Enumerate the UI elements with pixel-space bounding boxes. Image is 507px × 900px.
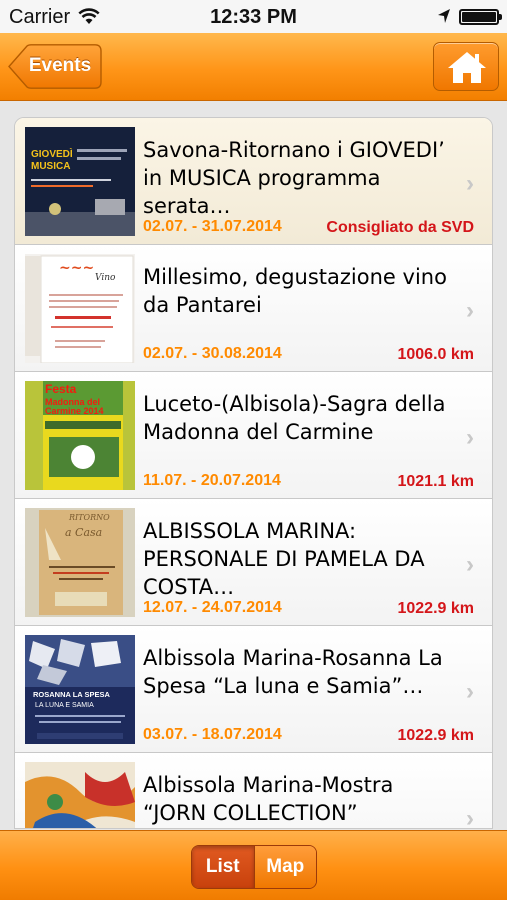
event-thumbnail: Festa Madonna del Carmine 2014 xyxy=(25,381,135,490)
thumbnail-text: MUSICA xyxy=(31,161,70,172)
event-row[interactable]: Albissola Marina-Mostra “JORN COLLECTION… xyxy=(15,753,492,829)
event-row[interactable]: GIOVEDÌ MUSICA Savona-Ritornano i GIOVED… xyxy=(15,118,492,245)
house-icon xyxy=(448,52,486,83)
battery-icon xyxy=(459,9,502,25)
thumbnail-text: ROSANNA LA SPESA xyxy=(33,690,111,699)
thumbnail-text: Carmine 2014 xyxy=(45,406,104,416)
event-dates: 03.07. - 18.07.2014 xyxy=(143,726,282,743)
event-row[interactable]: ROSANNA LA SPESA LA LUNA E SAMIA Albisso… xyxy=(15,626,492,753)
event-title: ALBISSOLA MARINA: PERSONALE DI PAMELA DA… xyxy=(143,519,425,599)
event-dates: 02.07. - 31.07.2014 xyxy=(143,218,282,235)
view-segmented-control[interactable]: List Map xyxy=(191,845,317,889)
event-title: Savona-Ritornano i GIOVEDI’ in MUSICA pr… xyxy=(143,138,445,218)
thumbnail-text: LA LUNA E SAMIA xyxy=(35,702,94,709)
back-button[interactable]: Events xyxy=(8,44,102,89)
event-row[interactable]: Festa Madonna del Carmine 2014 Luceto-(A… xyxy=(15,372,492,499)
chevron-right-icon: › xyxy=(466,805,474,829)
event-title: Albissola Marina-Mostra “JORN COLLECTION… xyxy=(143,773,394,825)
chevron-right-icon: › xyxy=(466,424,474,451)
event-distance: 1022.9 km xyxy=(397,600,474,617)
thumbnail-text: GIOVEDÌ xyxy=(31,147,73,160)
event-distance: 1021.1 km xyxy=(397,473,474,490)
navigation-bar: Events xyxy=(0,33,507,101)
event-row[interactable]: RITORNO a Casa ALBISSOLA MARINA: PERSONA… xyxy=(15,499,492,626)
home-button[interactable] xyxy=(433,42,499,91)
event-thumbnail: RITORNO a Casa xyxy=(25,508,135,617)
event-title: Albissola Marina-Rosanna La Spesa “La lu… xyxy=(143,646,443,698)
event-recommendation: Consigliato da SVD xyxy=(326,219,474,236)
events-list[interactable]: GIOVEDÌ MUSICA Savona-Ritornano i GIOVED… xyxy=(14,117,493,829)
chevron-right-icon: › xyxy=(466,170,474,197)
bottom-toolbar: List Map xyxy=(0,830,507,900)
thumbnail-text: a Casa xyxy=(65,526,102,539)
event-title: Luceto-(Albisola)-Sagra della Madonna de… xyxy=(143,392,446,444)
event-thumbnail: ~~~ Vino xyxy=(25,254,135,363)
thumbnail-text: Festa xyxy=(45,382,77,396)
map-tab[interactable]: Map xyxy=(253,846,316,888)
status-bar: Carrier 12:33 PM xyxy=(0,0,507,33)
event-thumbnail: ROSANNA LA SPESA LA LUNA E SAMIA xyxy=(25,635,135,744)
back-button-label: Events xyxy=(28,55,92,76)
clock: 12:33 PM xyxy=(210,6,297,28)
thumbnail-text: RITORNO xyxy=(68,513,110,522)
event-thumbnail xyxy=(25,762,135,828)
thumbnail-text: Vino xyxy=(95,273,116,283)
location-arrow-icon xyxy=(438,9,450,23)
event-row[interactable]: ~~~ Vino Millesimo, degustazione vino da… xyxy=(15,245,492,372)
svg-text:~~~: ~~~ xyxy=(59,260,94,276)
event-dates: 02.07. - 30.08.2014 xyxy=(143,345,282,362)
event-dates: 12.07. - 24.07.2014 xyxy=(143,599,282,616)
chevron-right-icon: › xyxy=(466,297,474,324)
event-distance: 1006.0 km xyxy=(397,346,474,363)
event-thumbnail: GIOVEDÌ MUSICA xyxy=(25,127,135,236)
chevron-right-icon: › xyxy=(466,551,474,578)
list-tab[interactable]: List xyxy=(192,846,254,888)
chevron-right-icon: › xyxy=(466,678,474,705)
event-distance: 1022.9 km xyxy=(397,727,474,744)
event-dates: 11.07. - 20.07.2014 xyxy=(143,472,281,489)
event-title: Millesimo, degustazione vino da Pantarei xyxy=(143,265,447,317)
